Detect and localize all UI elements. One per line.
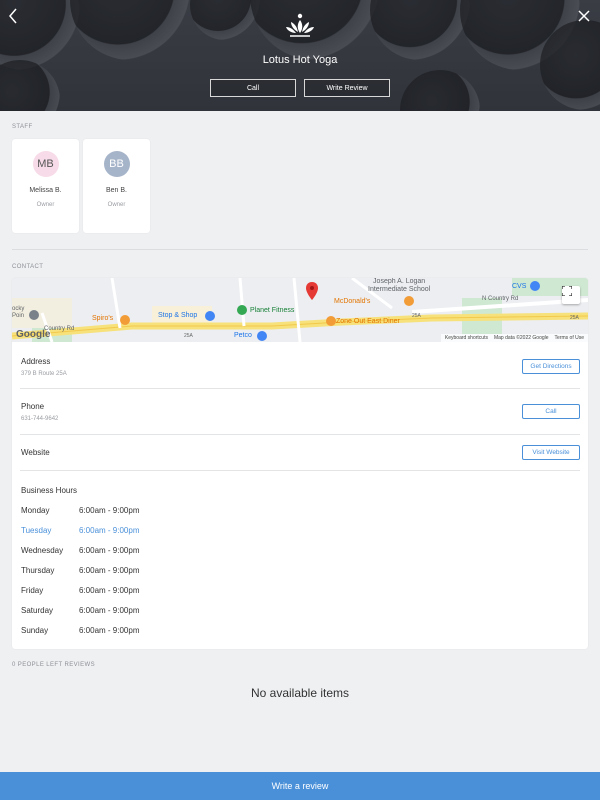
- map-label-school: Joseph A. Logan Intermediate School: [368, 278, 431, 293]
- hours-time: 6:00am - 9:00pm: [79, 626, 140, 635]
- fullscreen-icon[interactable]: [562, 286, 580, 304]
- staff-role: Owner: [107, 202, 126, 208]
- avatar: MB: [32, 151, 59, 177]
- keyboard-shortcuts-link[interactable]: Keyboard shortcuts: [445, 335, 488, 341]
- map-label-cvs: CVS: [512, 283, 527, 290]
- map-label-stop-shop: Stop & Shop: [158, 312, 198, 319]
- phone-value: 631-744-9642: [21, 416, 59, 422]
- staff-card-ben[interactable]: BB Ben B. Owner: [83, 139, 150, 233]
- hours-day: Wednesday: [21, 546, 64, 555]
- hours-time: 6:00am - 9:00pm: [79, 526, 140, 535]
- route-badge: 25A: [184, 333, 193, 339]
- route-badge: 25A: [412, 313, 421, 319]
- contact-section-label: CONTACT: [12, 264, 44, 270]
- close-icon[interactable]: [574, 6, 594, 26]
- google-logo: Google: [16, 329, 51, 340]
- header-banner: Lotus Hot Yoga Call Write Review: [0, 0, 600, 111]
- map-data-text: Map data ©2022 Google: [493, 335, 549, 341]
- call-button[interactable]: Call: [210, 79, 296, 97]
- map-footer: Keyboard shortcuts Map data ©2022 Google…: [440, 334, 588, 342]
- staff-name: Melissa B.: [29, 187, 62, 194]
- divider: [20, 434, 580, 435]
- reviews-section-label: 0 PEOPLE LEFT REVIEWS: [12, 662, 95, 668]
- divider: [12, 249, 588, 250]
- website-label: Website: [21, 448, 50, 457]
- write-a-review-button[interactable]: Write a review: [0, 772, 600, 800]
- address-value: 379 B Route 25A: [21, 371, 67, 377]
- hours-day: Thursday: [21, 566, 55, 575]
- route-badge: 25A: [570, 315, 579, 321]
- hours-time: 6:00am - 9:00pm: [79, 586, 140, 595]
- hours-day: Tuesday: [21, 526, 52, 535]
- lotus-icon: [284, 12, 316, 40]
- hours-time: 6:00am - 9:00pm: [79, 546, 140, 555]
- contact-card: Joseph A. Logan Intermediate School McDo…: [12, 278, 588, 649]
- map-label-petco: Petco: [234, 332, 252, 339]
- map-label-mcdonalds: McDonald's: [334, 298, 371, 305]
- empty-state-text: No available items: [250, 686, 350, 700]
- map[interactable]: Joseph A. Logan Intermediate School McDo…: [12, 278, 588, 342]
- address-label: Address: [21, 357, 51, 366]
- staff-name: Ben B.: [105, 187, 127, 194]
- hours-time: 6:00am - 9:00pm: [79, 566, 140, 575]
- map-label-planet-fitness: Planet Fitness: [250, 307, 295, 314]
- hours-time: 6:00am - 9:00pm: [79, 606, 140, 615]
- staff-role: Owner: [36, 202, 55, 208]
- chevron-left-icon[interactable]: [4, 6, 24, 26]
- divider: [20, 388, 580, 389]
- avatar: BB: [103, 151, 130, 177]
- divider: [20, 470, 580, 471]
- map-label-zone-out: Zone Out East Diner: [336, 318, 400, 325]
- staff-card-melissa[interactable]: MB Melissa B. Owner: [12, 139, 79, 233]
- hours-day: Friday: [21, 586, 44, 595]
- terms-link[interactable]: Terms of Use: [555, 335, 584, 341]
- business-hours-title: Business Hours: [21, 486, 78, 495]
- map-label-spiros: Spiro's: [92, 315, 114, 322]
- map-label-n-country: N Country Rd: [482, 296, 519, 302]
- hours-day: Sunday: [21, 626, 49, 635]
- staff-section-label: STAFF: [12, 124, 33, 130]
- write-review-button[interactable]: Write Review: [304, 79, 390, 97]
- map-label-rocky-point: ocky Poin: [12, 306, 25, 319]
- business-name: Lotus Hot Yoga: [262, 54, 338, 66]
- hours-day: Monday: [21, 506, 50, 515]
- call-phone-button[interactable]: Call: [522, 404, 580, 419]
- phone-label: Phone: [21, 402, 45, 411]
- visit-website-button[interactable]: Visit Website: [522, 445, 580, 460]
- get-directions-button[interactable]: Get Directions: [522, 359, 580, 374]
- hours-day: Saturday: [21, 606, 54, 615]
- hours-time: 6:00am - 9:00pm: [79, 506, 140, 515]
